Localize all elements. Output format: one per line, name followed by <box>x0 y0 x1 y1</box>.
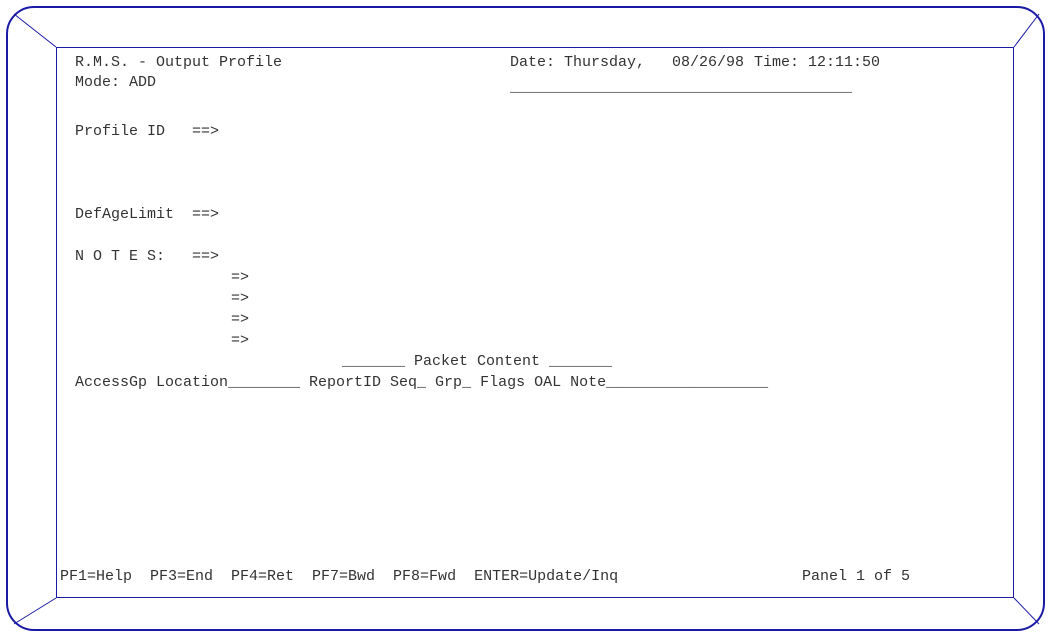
def-age-limit-input[interactable] <box>256 205 376 223</box>
time-label: Time: <box>754 54 800 71</box>
notes-line-2-arrow: => <box>231 269 250 286</box>
notes-input-5[interactable] <box>256 331 936 349</box>
notes-label: N O T E S: ==> <box>75 248 220 265</box>
page-title: R.M.S. - Output Profile <box>75 54 283 71</box>
profile-id-input[interactable] <box>256 122 556 140</box>
notes-line-3-arrow: => <box>231 290 250 307</box>
table-column-headers: AccessGp Location________ ReportID Seq_ … <box>75 374 769 391</box>
notes-input-3[interactable] <box>256 289 936 307</box>
notes-line-5-arrow: => <box>231 332 250 349</box>
notes-line-4-arrow: => <box>231 311 250 328</box>
header-underline: ______________________________________ <box>510 79 853 96</box>
time-value: 12:11:50 <box>808 54 881 71</box>
panel-indicator: Panel 1 of 5 <box>802 568 911 585</box>
date-label: Date: Thursday, <box>510 54 646 71</box>
notes-input-4[interactable] <box>256 310 936 328</box>
function-key-legend: PF1=Help PF3=End PF4=Ret PF7=Bwd PF8=Fwd… <box>60 568 619 585</box>
def-age-limit-label: DefAgeLimit ==> <box>75 206 220 223</box>
profile-id-label: Profile ID ==> <box>75 123 220 140</box>
date-value: 08/26/98 <box>672 54 745 71</box>
packet-content-header: _______ Packet Content _______ <box>342 353 613 370</box>
notes-input-2[interactable] <box>256 268 936 286</box>
mode-indicator: Mode: ADD <box>75 74 157 91</box>
notes-input-1[interactable] <box>256 247 936 265</box>
